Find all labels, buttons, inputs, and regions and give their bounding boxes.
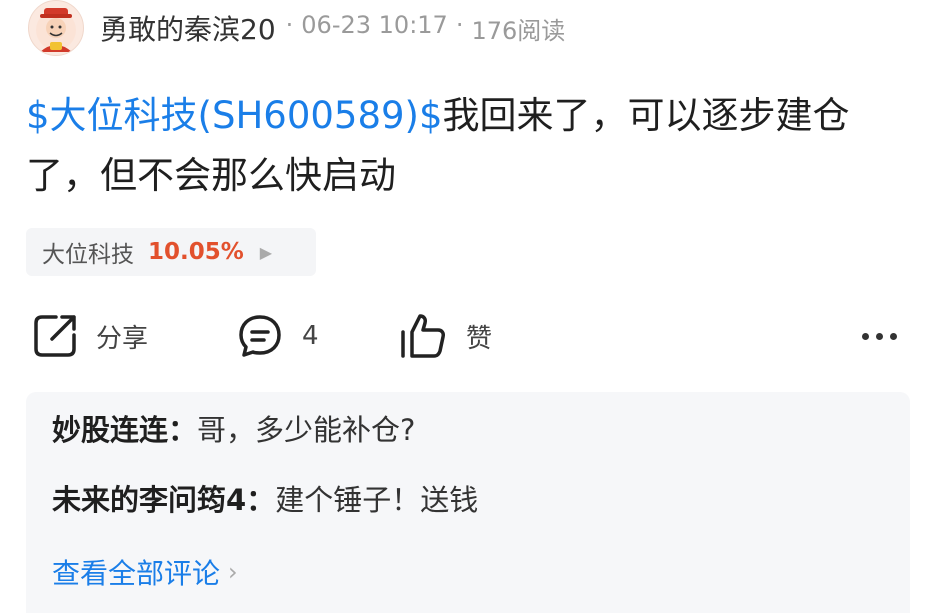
chevron-right-icon: › bbox=[228, 558, 238, 586]
meta-separator: · bbox=[285, 10, 294, 39]
avatar-caishen-icon bbox=[36, 8, 76, 52]
stock-link[interactable]: $大位科技(SH600589)$ bbox=[26, 94, 443, 137]
post-timestamp: 06-23 10:17 bbox=[301, 10, 448, 39]
stock-change: 10.05% bbox=[148, 239, 244, 265]
chevron-right-icon: ▶ bbox=[259, 242, 273, 262]
comment-text: 建个锤子！送钱 bbox=[275, 483, 479, 517]
comment-icon bbox=[239, 315, 281, 357]
like-button[interactable]: 赞 bbox=[398, 308, 492, 364]
more-dots-icon bbox=[862, 332, 897, 340]
comment-item[interactable]: 妙股连连：哥，多少能补仓? bbox=[52, 412, 884, 448]
stock-chip[interactable]: 大位科技 10.05% ▶ bbox=[26, 228, 316, 276]
like-label: 赞 bbox=[466, 323, 493, 354]
more-button[interactable] bbox=[862, 308, 897, 364]
thumbs-up-icon bbox=[401, 314, 445, 358]
post-meta: · 06-23 10:17 · 176阅读 bbox=[286, 11, 566, 46]
post-header: 勇敢的秦滨20 · 06-23 10:17 · 176阅读 bbox=[28, 0, 565, 56]
author-name[interactable]: 勇敢的秦滨20 bbox=[100, 8, 276, 48]
comment-text: 哥，多少能补仓? bbox=[197, 413, 416, 447]
share-icon bbox=[34, 315, 76, 357]
share-label: 分享 bbox=[96, 323, 149, 354]
view-all-comments-link[interactable]: 查看全部评论 › bbox=[52, 552, 884, 592]
comment-preview-panel: 妙股连连：哥，多少能补仓? 未来的李问筠4：建个锤子！送钱 查看全部评论 › bbox=[26, 392, 910, 613]
comment-user[interactable]: 妙股连连： bbox=[52, 413, 197, 447]
comment-user[interactable]: 未来的李问筠4： bbox=[52, 483, 275, 517]
post-body: $大位科技(SH600589)$我回来了，可以逐步建仓了，但不会那么快启动 bbox=[26, 86, 922, 206]
view-all-label: 查看全部评论 bbox=[52, 557, 221, 590]
avatar[interactable] bbox=[28, 0, 84, 56]
action-bar: 分享 4 赞 bbox=[26, 308, 926, 368]
read-count: 176阅读 bbox=[471, 16, 566, 45]
comment-item[interactable]: 未来的李问筠4：建个锤子！送钱 bbox=[52, 482, 884, 518]
meta-separator: · bbox=[455, 10, 464, 39]
share-button[interactable]: 分享 bbox=[32, 308, 148, 364]
comment-count: 4 bbox=[302, 321, 319, 351]
comment-button[interactable]: 4 bbox=[236, 308, 319, 364]
stock-name: 大位科技 bbox=[42, 242, 134, 268]
